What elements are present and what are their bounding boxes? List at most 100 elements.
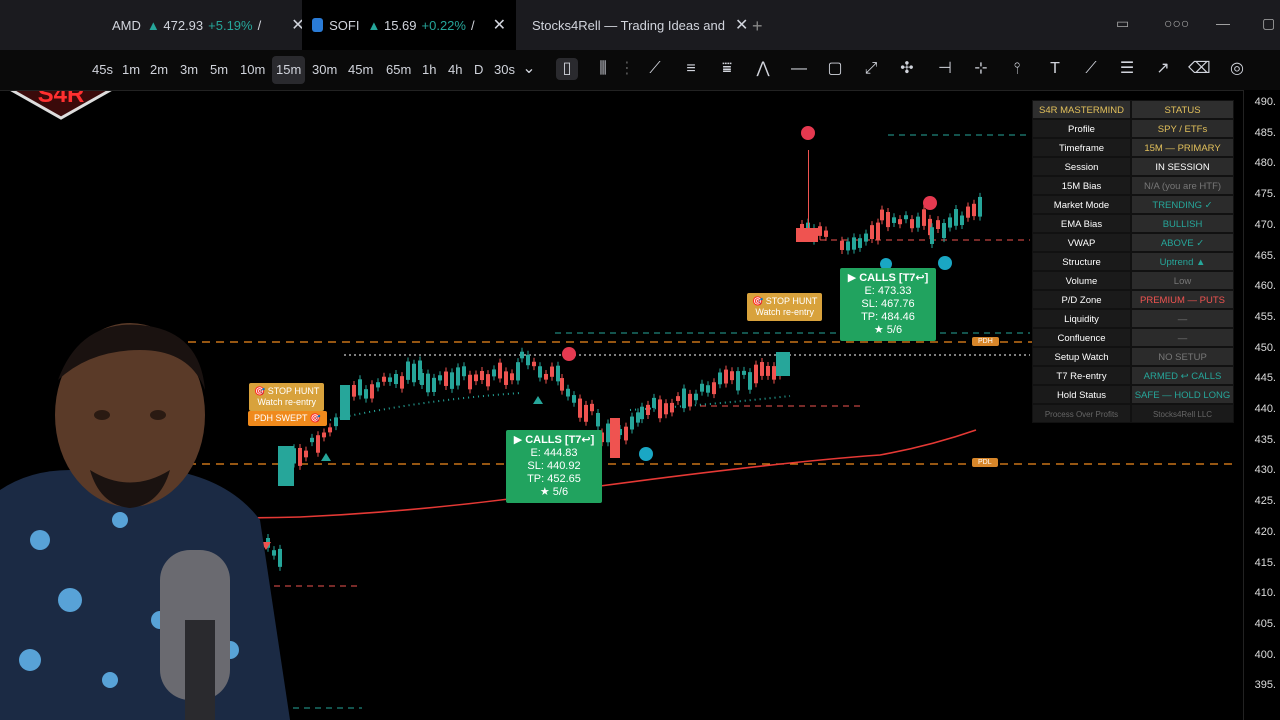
- calls-target: TP: 484.46: [861, 311, 915, 323]
- panel-footer-left: Process Over Profits: [1032, 404, 1132, 423]
- panel-row-value: SPY / ETFs: [1131, 119, 1234, 138]
- stop-hunt-sub: Watch re-entry: [755, 307, 815, 317]
- tab-stocks4rell-title: Stocks4Rell — Trading Ideas and: [532, 17, 725, 33]
- tab-amd-sep: /: [257, 17, 262, 33]
- target-icon[interactable]: ◎: [1226, 58, 1248, 80]
- timeframe-5m[interactable]: 5m: [206, 56, 232, 84]
- candle-body: [824, 230, 828, 237]
- price-axis-label: 490.: [1254, 96, 1276, 108]
- candle-body: [694, 393, 698, 401]
- candle-body: [544, 373, 548, 380]
- candle-body: [438, 375, 442, 381]
- chevron-down-icon[interactable]: ⌄: [518, 58, 540, 80]
- candle-body: [846, 241, 850, 251]
- timeframe-30s[interactable]: 30s: [490, 56, 519, 84]
- timeframe-2m[interactable]: 2m: [146, 56, 172, 84]
- pdl-tag: PDL: [972, 458, 998, 467]
- price-axis-label: 410.: [1254, 587, 1276, 600]
- candle-style-icon[interactable]: ▯: [556, 58, 578, 80]
- arrow-icon[interactable]: ↗: [1152, 58, 1174, 80]
- tab-amd[interactable]: AMD ▲ 472.93 +5.19% / ✕: [112, 0, 305, 50]
- more-icon[interactable]: ○○○: [1164, 15, 1189, 31]
- stop-hunt-title: 🎯 STOP HUNT: [752, 296, 818, 306]
- horizontal-line-icon[interactable]: —: [788, 58, 810, 80]
- new-tab-icon[interactable]: +: [752, 16, 763, 37]
- candle-body: [748, 372, 752, 390]
- candle-body: [486, 374, 490, 387]
- timeframe-4h[interactable]: 4h: [444, 56, 466, 84]
- candle-body: [904, 215, 908, 220]
- timeframe-3m[interactable]: 3m: [176, 56, 202, 84]
- timeframe-65m[interactable]: 65m: [382, 56, 415, 84]
- panel-row-value: Uptrend ▲: [1131, 252, 1234, 271]
- price-axis[interactable]: 490. 485. 480. 475. 470. 465. 460. 455. 450. 445.…: [1243, 90, 1280, 720]
- text-icon[interactable]: T: [1044, 58, 1066, 80]
- menu-lines-icon[interactable]: ☰: [1116, 58, 1138, 80]
- indicators-icon[interactable]: ⫼: [592, 58, 614, 80]
- pdh-tag: PDH: [972, 337, 999, 346]
- timeframe-D[interactable]: D: [470, 56, 487, 84]
- candle-body: [636, 412, 640, 423]
- panel-row-label: T7 Re-entry: [1032, 366, 1132, 385]
- timeframe-1h[interactable]: 1h: [418, 56, 440, 84]
- price-axis-label: 425.: [1254, 495, 1276, 508]
- tab-close-icon[interactable]: ✕: [735, 15, 748, 35]
- candle-body: [340, 385, 350, 420]
- panel-row-value: ARMED ↩ CALLS: [1131, 366, 1234, 385]
- tab-sofi-sep: /: [470, 17, 475, 33]
- candle-body: [688, 393, 692, 407]
- candle-body: [532, 361, 536, 367]
- candle-body: [310, 437, 314, 443]
- tab-sofi-price: 15.69: [383, 17, 417, 33]
- candle-body: [510, 373, 514, 381]
- tab-stocks4rell[interactable]: Stocks4Rell — Trading Ideas and ✕: [532, 0, 748, 50]
- sell-marker: [562, 347, 576, 361]
- candle-body: [504, 371, 508, 385]
- tab-amd-price: 472.93: [163, 17, 204, 33]
- panel-row-value: NO SETUP: [1131, 347, 1234, 366]
- layout-icon[interactable]: ▭: [1116, 15, 1129, 32]
- pitchfork-icon[interactable]: ⩸: [716, 58, 738, 80]
- tab-amd-symbol: AMD: [112, 17, 141, 33]
- candle-body: [972, 203, 976, 217]
- drag-handle-icon[interactable]: ⋮: [616, 58, 638, 80]
- maximize-icon[interactable]: ▢: [1262, 15, 1275, 32]
- panel-row-label: P/D Zone: [1032, 290, 1132, 309]
- candle-body: [606, 423, 610, 443]
- webcam-person: [0, 323, 290, 720]
- panel-row: Setup Watch NO SETUP: [1032, 347, 1234, 366]
- fib-icon[interactable]: ≡: [680, 58, 702, 80]
- bars-pattern-icon[interactable]: ⫯: [1006, 58, 1028, 80]
- candle-body: [886, 212, 890, 228]
- cross-line-icon[interactable]: ⊹: [970, 58, 992, 80]
- tab-close-icon[interactable]: ✕: [493, 15, 506, 35]
- trend-angle-icon[interactable]: ⟋: [644, 58, 666, 80]
- timeframe-15m[interactable]: 15m: [272, 56, 306, 84]
- tab-sofi[interactable]: SOFI ▲ 15.69 +0.22% / ✕: [302, 0, 516, 50]
- panel-row-value: —: [1131, 309, 1234, 328]
- projection-icon[interactable]: ⊣: [934, 58, 956, 80]
- brush-icon[interactable]: ⤢: [860, 58, 882, 80]
- panel-row-value: N/A (you are HTF): [1131, 176, 1234, 195]
- candle-body: [584, 404, 588, 422]
- eraser-icon[interactable]: ⌫: [1188, 58, 1211, 80]
- minimize-icon[interactable]: —: [1216, 15, 1230, 31]
- timeframe-45m[interactable]: 45m: [344, 56, 377, 84]
- pattern-icon[interactable]: ⋀: [752, 58, 774, 80]
- measure-icon[interactable]: ✣: [896, 58, 918, 80]
- timeframe-1m[interactable]: 1m: [118, 56, 144, 84]
- timeframe-45s[interactable]: 45s: [88, 56, 117, 84]
- candle-body: [376, 382, 380, 388]
- timeframe-30m[interactable]: 30m: [308, 56, 341, 84]
- candle-body: [754, 364, 758, 384]
- candle-body: [870, 225, 874, 239]
- panel-row-label: Hold Status: [1032, 385, 1132, 404]
- timeframe-10m[interactable]: 10m: [236, 56, 269, 84]
- ray-icon[interactable]: ⟋: [1080, 58, 1102, 80]
- candle-body: [526, 354, 530, 366]
- candle-body: [450, 372, 454, 389]
- candle-body: [864, 233, 868, 242]
- rectangle-icon[interactable]: ▢: [824, 58, 846, 80]
- panel-row-label: Session: [1032, 157, 1132, 176]
- candle-body: [624, 426, 628, 441]
